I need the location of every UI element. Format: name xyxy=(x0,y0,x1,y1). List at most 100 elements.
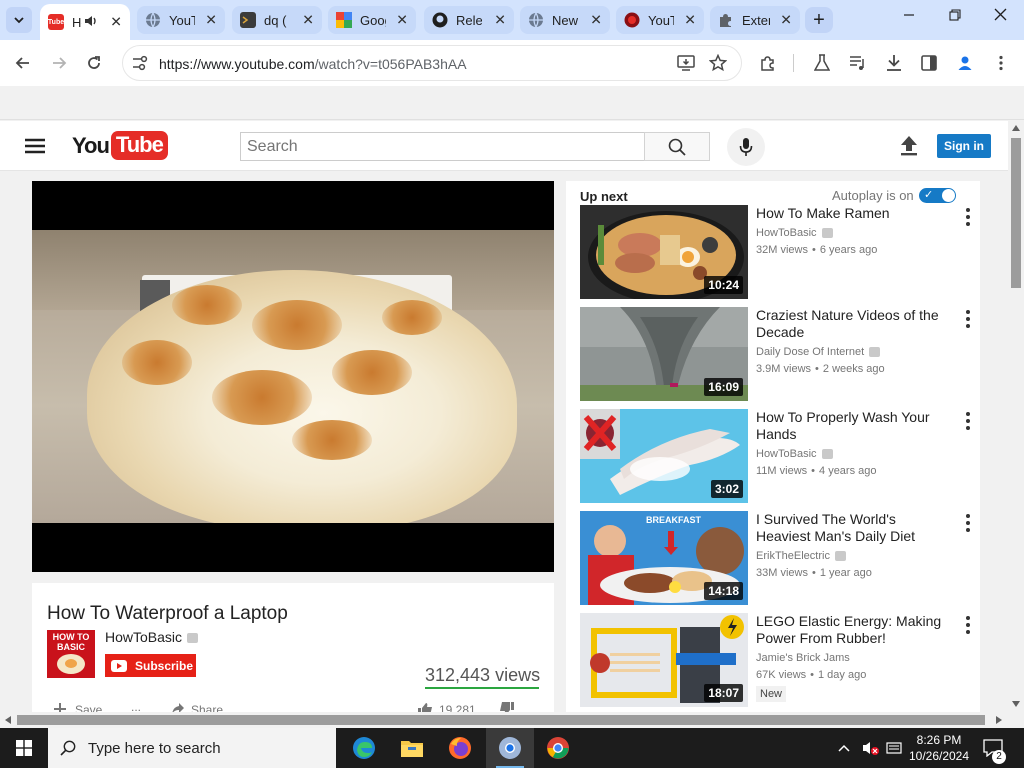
item-menu-button[interactable] xyxy=(964,310,972,328)
taskbar-file-explorer[interactable] xyxy=(388,728,436,768)
close-tab-icon[interactable]: ✕ xyxy=(590,12,602,29)
channel-avatar[interactable]: HOW TO BASIC xyxy=(47,630,95,678)
volume-muted-button[interactable] xyxy=(862,728,880,768)
tab-google[interactable]: Google ✕ xyxy=(328,6,416,34)
up-next-item[interactable]: BREAKFAST 14:18 I Survived The World's H… xyxy=(580,511,976,605)
upload-button[interactable] xyxy=(899,135,919,161)
dislike-icon[interactable] xyxy=(499,702,515,712)
browser-menu-button[interactable] xyxy=(990,52,1012,74)
vertical-scroll-thumb[interactable] xyxy=(1011,138,1021,288)
taskbar-search-box[interactable]: Type here to search xyxy=(48,728,336,768)
item-channel[interactable]: HowToBasic xyxy=(756,448,817,460)
taskbar-chrome[interactable] xyxy=(534,728,582,768)
close-window-button[interactable] xyxy=(994,8,1007,26)
labs-button[interactable] xyxy=(811,52,833,74)
tab-youtube[interactable]: YouTube ✕ xyxy=(137,6,225,34)
tab-youtube-active[interactable]: Tube How To Waterproof a Laptop ✕ xyxy=(40,4,130,40)
video-player[interactable] xyxy=(32,181,554,572)
downloads-button[interactable] xyxy=(883,52,905,74)
scroll-up-arrow-icon[interactable] xyxy=(1012,125,1020,131)
video-thumbnail[interactable]: 3:02 xyxy=(580,409,748,503)
item-menu-button[interactable] xyxy=(964,208,972,226)
item-channel[interactable]: Daily Dose Of Internet xyxy=(756,346,864,358)
item-title[interactable]: How To Properly Wash Your Hands xyxy=(756,409,952,443)
horizontal-scrollbar[interactable] xyxy=(0,712,1024,728)
taskbar-chrome-active[interactable] xyxy=(486,728,534,768)
more-actions-button[interactable]: ... xyxy=(131,700,141,712)
close-tab-icon[interactable]: ✕ xyxy=(110,14,122,31)
horizontal-scroll-thumb[interactable] xyxy=(17,715,985,725)
tab-extensions[interactable]: Extensions ✕ xyxy=(710,6,800,34)
up-next-item[interactable]: 10:24 How To Make Ramen HowToBasic 32M v… xyxy=(580,205,976,299)
tab-youtube-2[interactable]: YouTube ✕ xyxy=(616,6,704,34)
notifications-button[interactable]: 2 xyxy=(983,728,1006,768)
item-title[interactable]: LEGO Elastic Energy: Making Power From R… xyxy=(756,613,952,647)
tab-new-tab[interactable]: New Tab ✕ xyxy=(520,6,610,34)
side-panel-button[interactable] xyxy=(918,52,940,74)
sign-in-button[interactable]: Sign in xyxy=(937,134,991,158)
close-tab-icon[interactable]: ✕ xyxy=(684,12,696,29)
bookmark-star-icon[interactable] xyxy=(708,53,728,77)
add-to-icon[interactable] xyxy=(52,702,68,712)
scroll-right-arrow-icon[interactable] xyxy=(996,716,1002,724)
item-channel[interactable]: HowToBasic xyxy=(756,227,817,239)
channel-name-row[interactable]: HowToBasic xyxy=(105,629,199,645)
youtube-logo[interactable]: You Tube xyxy=(72,131,168,160)
speaker-icon[interactable] xyxy=(84,14,98,31)
guide-menu-button[interactable] xyxy=(25,138,46,159)
save-button[interactable]: Save xyxy=(75,703,102,712)
up-next-item[interactable]: 18:07 LEGO Elastic Energy: Making Power … xyxy=(580,613,976,707)
item-title[interactable]: I Survived The World's Heaviest Man's Da… xyxy=(756,511,952,545)
share-button[interactable]: Share xyxy=(191,703,223,712)
item-channel[interactable]: Jamie's Brick Jams xyxy=(756,652,850,664)
share-icon[interactable] xyxy=(171,702,185,712)
close-tab-icon[interactable]: ✕ xyxy=(302,12,314,29)
item-menu-button[interactable] xyxy=(964,412,972,430)
back-button[interactable] xyxy=(12,52,34,74)
reload-button[interactable] xyxy=(83,52,105,74)
video-thumbnail[interactable]: 18:07 xyxy=(580,613,748,707)
taskbar-edge[interactable] xyxy=(340,728,388,768)
item-menu-button[interactable] xyxy=(964,616,972,634)
new-tab-button[interactable]: + xyxy=(805,7,833,33)
item-channel[interactable]: ErikTheElectric xyxy=(756,550,830,562)
install-app-icon[interactable] xyxy=(677,55,695,76)
media-controls-button[interactable] xyxy=(847,52,869,74)
url-text[interactable]: https://www.youtube.com/watch?v=t056PAB3… xyxy=(159,56,467,72)
tab-dq[interactable]: dq ( ✕ xyxy=(232,6,322,34)
close-tab-icon[interactable]: ✕ xyxy=(396,12,408,29)
restore-button[interactable] xyxy=(949,8,961,26)
tab-search-button[interactable] xyxy=(6,7,32,33)
video-thumbnail[interactable]: 10:24 xyxy=(580,205,748,299)
close-tab-icon[interactable]: ✕ xyxy=(205,12,217,29)
search-button[interactable] xyxy=(644,132,710,161)
keyboard-layout-button[interactable] xyxy=(886,728,902,768)
scroll-down-arrow-icon[interactable] xyxy=(1012,701,1020,707)
tab-releases[interactable]: Releases ✕ xyxy=(424,6,514,34)
like-icon[interactable] xyxy=(417,702,433,712)
autoplay-toggle[interactable]: ✓ xyxy=(919,188,956,203)
close-tab-icon[interactable]: ✕ xyxy=(494,12,506,29)
scroll-left-arrow-icon[interactable] xyxy=(5,716,11,724)
subscribe-button[interactable]: Subscribe xyxy=(105,654,196,677)
site-info-icon[interactable] xyxy=(131,55,149,76)
taskbar-firefox[interactable] xyxy=(436,728,484,768)
search-input[interactable] xyxy=(241,133,644,160)
minimize-button[interactable] xyxy=(903,8,915,26)
up-next-item[interactable]: 16:09 Craziest Nature Videos of the Deca… xyxy=(580,307,976,401)
address-bar[interactable]: https://www.youtube.com/watch?v=t056PAB3… xyxy=(122,45,742,81)
up-next-item[interactable]: 3:02 How To Properly Wash Your Hands How… xyxy=(580,409,976,503)
voice-search-button[interactable] xyxy=(727,128,765,166)
show-hidden-icons-button[interactable] xyxy=(838,728,850,768)
close-tab-icon[interactable]: ✕ xyxy=(780,12,792,29)
extensions-button[interactable] xyxy=(757,52,779,74)
vertical-scrollbar[interactable] xyxy=(1008,121,1024,712)
item-menu-button[interactable] xyxy=(964,514,972,532)
video-frame[interactable] xyxy=(32,230,554,523)
video-thumbnail[interactable]: BREAKFAST 14:18 xyxy=(580,511,748,605)
video-thumbnail[interactable]: 16:09 xyxy=(580,307,748,401)
forward-button[interactable] xyxy=(48,52,70,74)
item-title[interactable]: Craziest Nature Videos of the Decade xyxy=(756,307,952,341)
taskbar-clock[interactable]: 8:26 PM 10/26/2024 xyxy=(906,732,972,764)
profile-button[interactable] xyxy=(954,52,976,74)
